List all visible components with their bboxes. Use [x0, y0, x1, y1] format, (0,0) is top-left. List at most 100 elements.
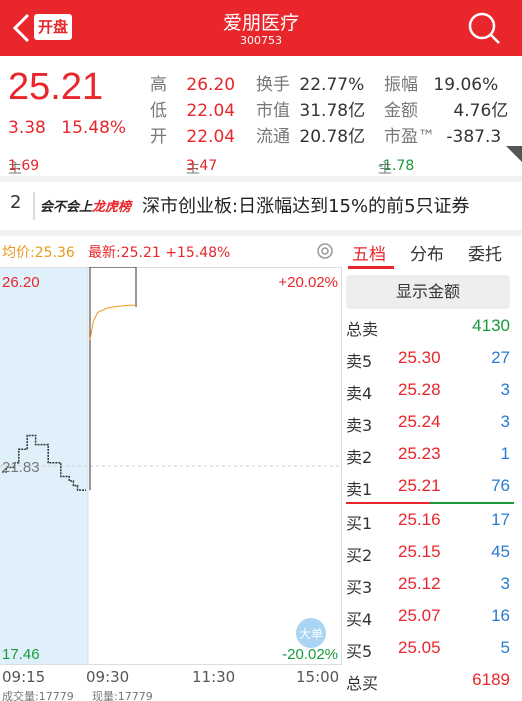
open-label: 开 — [150, 127, 167, 147]
y-bottom-pct: -20.02% — [282, 646, 338, 663]
ask-label: 卖2 — [346, 448, 373, 467]
bid-label: 买2 — [346, 546, 373, 565]
bid-row[interactable]: 买1 25.16 17 — [346, 504, 514, 536]
divider — [0, 230, 522, 236]
bid-label: 买1 — [346, 514, 373, 533]
bid-row[interactable]: 买3 25.12 3 — [346, 568, 514, 600]
order-tabs: 五档 分布 委托 — [344, 240, 522, 268]
news-tag-b: 龙虎榜 — [92, 200, 132, 215]
turnover-label: 换手 — [256, 75, 290, 95]
price-line — [89, 267, 137, 491]
show-amount-button[interactable]: 显示金额 — [346, 275, 510, 309]
news-headline: 深市创业板:日涨幅达到15%的前5只证券 — [142, 196, 470, 217]
turnover-stat: 换手 22.77% — [256, 70, 364, 95]
bid-label: 买3 — [346, 578, 373, 597]
ask-volume: 1 — [500, 444, 510, 463]
time-label: 09:15 — [2, 668, 46, 686]
bid-label: 买5 — [346, 642, 373, 661]
capital-flow[interactable]: 主力净:1.69亿 主力买:3.47亿 主力卖:-1.78亿 — [0, 150, 522, 217]
ask-row[interactable]: 卖2 25.23 1 — [346, 438, 514, 470]
avg-price: 均价:25.36 — [2, 245, 75, 261]
bid-price: 25.05 — [398, 638, 441, 657]
bid-price: 25.16 — [398, 510, 441, 529]
turnover-value: 22.77% — [299, 75, 365, 95]
change-value: 3.38 — [8, 118, 46, 138]
ask-row[interactable]: 卖5 25.30 27 — [346, 342, 514, 374]
bid-label: 买4 — [346, 610, 373, 629]
amount-stat: 金额 4.76亿 — [384, 96, 508, 121]
ask-label: 卖5 — [346, 352, 373, 371]
amplitude-stat: 振幅 19.06% — [384, 70, 498, 95]
high-label: 高 — [150, 75, 167, 95]
tab-five-level[interactable]: 五档 — [352, 240, 386, 265]
low-label: 低 — [150, 101, 167, 121]
low-value: 22.04 — [186, 101, 236, 121]
ask-price: 25.21 — [398, 476, 441, 495]
total-sell-label: 总卖 — [346, 320, 379, 339]
tab-orders[interactable]: 委托 — [468, 240, 502, 265]
ask-price: 25.28 — [398, 380, 441, 399]
settings-icon[interactable] — [316, 242, 334, 260]
time-label: 09:30 — [86, 668, 130, 686]
corner-fold-icon[interactable] — [506, 146, 522, 162]
bid-row[interactable]: 买4 25.07 16 — [346, 600, 514, 632]
ask-label: 卖3 — [346, 416, 373, 435]
news-index: 2 — [10, 192, 22, 213]
ask-row[interactable]: 卖3 25.24 3 — [346, 406, 514, 438]
order-book: 总卖 4130 卖5 25.30 27 卖4 25.28 3 卖3 25.24 … — [346, 310, 514, 696]
time-axis: 09:15 09:30 11:30 15:00 — [0, 666, 342, 688]
float-label: 流通 — [256, 127, 290, 147]
total-sell-row: 总卖 4130 — [346, 310, 514, 342]
big-order-label: 大单 — [299, 627, 323, 641]
ask-row[interactable]: 卖1 25.21 76 — [346, 470, 514, 502]
ask-volume: 27 — [491, 348, 510, 367]
volume-row: 成交量:17779 现量:17779 — [0, 690, 342, 701]
bid-row[interactable]: 买2 25.15 45 — [346, 536, 514, 568]
amount-value: 4.76亿 — [453, 101, 509, 121]
float-stat: 流通 20.78亿 — [256, 122, 365, 147]
intraday-chart[interactable]: 26.20 +20.02% 21.83 17.46 -20.02% 大单 — [0, 267, 342, 665]
bid-volume: 16 — [491, 606, 510, 625]
page-title: 爱朋医疗 — [222, 12, 299, 34]
news-tag: 会不会上龙虎榜 — [40, 196, 131, 215]
news-ticker[interactable]: 2 会不会上龙虎榜 深市创业板:日涨幅达到15%的前5只证券 — [0, 182, 522, 230]
bid-price: 25.15 — [398, 542, 441, 561]
y-mid-price: 21.83 — [2, 459, 40, 476]
low-stat: 低 22.04 — [150, 96, 235, 121]
y-top-price: 26.20 — [2, 274, 40, 291]
big-order-button[interactable]: 大单 — [296, 618, 326, 648]
ask-label: 卖4 — [346, 384, 373, 403]
amplitude-value: 19.06% — [433, 75, 499, 95]
high-value: 26.20 — [186, 75, 236, 95]
mktcap-label: 市值 — [256, 101, 290, 121]
y-bottom-price: 17.46 — [2, 646, 40, 663]
ask-volume: 3 — [500, 412, 510, 431]
quote-panel: 25.21 3.38 15.48% 高 26.20 低 22.04 开 22.0… — [0, 56, 522, 147]
pe-stat: 市盈™ -387.3 — [384, 122, 501, 147]
volume-total: 成交量:17779 — [2, 690, 74, 701]
pe-value: -387.3 — [446, 127, 502, 147]
ask-volume: 3 — [500, 380, 510, 399]
total-buy-row: 总买 6189 — [346, 664, 514, 696]
high-stat: 高 26.20 — [150, 70, 235, 95]
mktcap-stat: 市值 31.78亿 — [256, 96, 365, 121]
active-tab-indicator — [348, 266, 394, 269]
latest-price: 最新:25.21 +15.48% — [88, 245, 231, 261]
current-price: 25.21 — [8, 66, 104, 108]
tab-distribution[interactable]: 分布 — [410, 240, 444, 265]
open-stat: 开 22.04 — [150, 122, 235, 147]
float-value: 20.78亿 — [299, 127, 366, 147]
search-icon[interactable] — [466, 10, 502, 46]
total-buy-value: 6189 — [472, 670, 510, 689]
y-top-pct: +20.02% — [278, 274, 338, 291]
time-label: 11:30 — [192, 668, 236, 686]
ask-label: 卖1 — [346, 480, 373, 499]
ask-price: 25.30 — [398, 348, 441, 367]
bid-row[interactable]: 买5 25.05 5 — [346, 632, 514, 664]
news-tag-a: 会不会上 — [40, 200, 93, 215]
total-buy-label: 总买 — [346, 674, 379, 693]
bid-price: 25.12 — [398, 574, 441, 593]
ask-price: 25.23 — [398, 444, 441, 463]
ask-row[interactable]: 卖4 25.28 3 — [346, 374, 514, 406]
pe-label: 市盈™ — [384, 127, 435, 147]
